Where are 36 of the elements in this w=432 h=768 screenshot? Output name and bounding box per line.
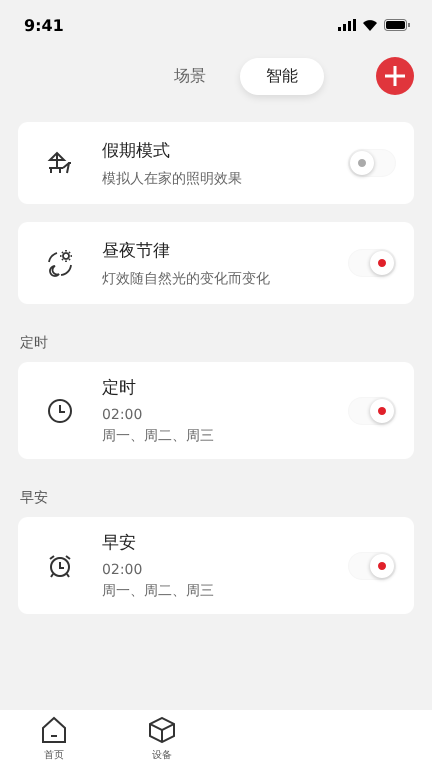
toggle-switch[interactable] <box>348 552 396 580</box>
card-detail: 02:00 <box>102 407 144 423</box>
card-title: 昼夜节律 <box>102 240 171 262</box>
toggle-switch[interactable] <box>348 149 396 177</box>
card-title: 早安 <box>102 532 137 554</box>
card-detail: 模拟人在家的照明效果 <box>102 170 243 188</box>
clock-time: 9:41 <box>24 16 64 34</box>
wifi-icon <box>362 19 378 31</box>
card-detail: 灯效随自然光的变化而变化 <box>102 270 271 288</box>
card-detail: 周一、周二、周三 <box>102 427 215 445</box>
tab-bar-item[interactable]: 设备 <box>108 716 216 762</box>
card-title: 假期模式 <box>102 140 171 162</box>
tab-bar-item[interactable]: 首页 <box>0 716 108 762</box>
day-night-icon <box>45 248 75 278</box>
clock-icon <box>47 398 73 424</box>
toggle-switch[interactable] <box>348 396 396 424</box>
add-button[interactable] <box>376 57 414 95</box>
section-heading: 定时 <box>20 334 49 352</box>
card-detail: 周一、周二、周三 <box>102 582 215 600</box>
plus-icon <box>384 65 406 87</box>
alarm-clock-icon <box>47 552 73 578</box>
beach-chair-icon <box>47 150 73 176</box>
card-title: 定时 <box>102 377 137 399</box>
automation-card[interactable]: 早安 02:00 周一、周二、周三 <box>18 517 414 614</box>
battery-icon <box>384 19 410 31</box>
card-detail: 02:00 <box>102 562 144 578</box>
automation-card[interactable]: 昼夜节律 灯效随自然光的变化而变化 <box>18 222 414 304</box>
automation-card[interactable]: 定时 02:00 周一、周二、周三 <box>18 362 414 459</box>
signal-icon <box>338 19 356 31</box>
automation-card[interactable]: 假期模式 模拟人在家的照明效果 <box>18 122 414 204</box>
box-icon <box>148 716 176 744</box>
section-heading: 早安 <box>20 489 49 507</box>
segment-tab[interactable]: 智能 <box>240 58 324 94</box>
segment-tab[interactable]: 场景 <box>148 58 232 94</box>
toggle-switch[interactable] <box>348 249 396 277</box>
home-icon <box>41 716 67 744</box>
